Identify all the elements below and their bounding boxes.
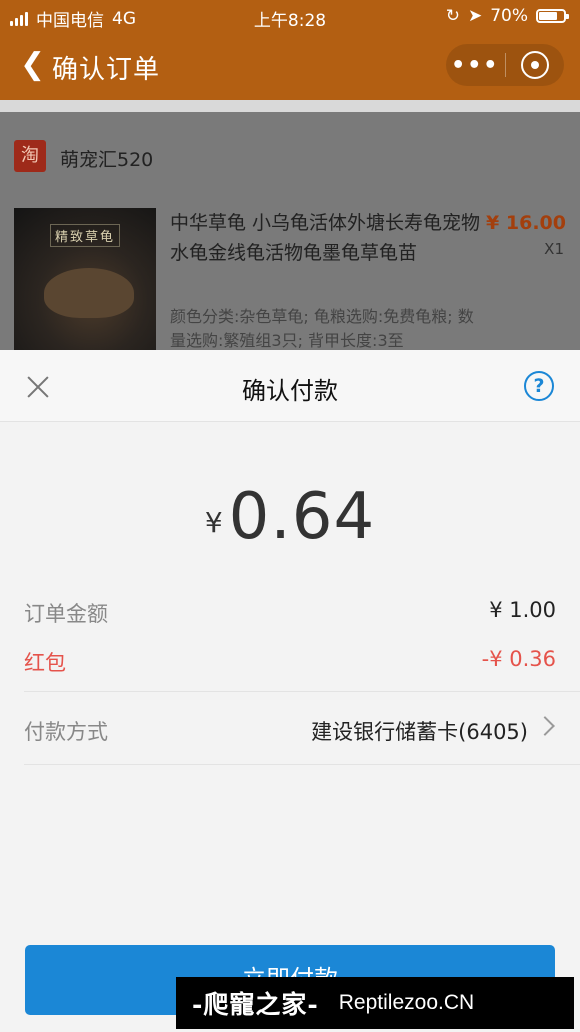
product-quantity: X1 — [544, 240, 564, 258]
chevron-left-icon[interactable]: ❮ — [20, 50, 45, 80]
divider — [24, 691, 580, 692]
payment-sheet: 确认付款 ? ¥0.64 订单金额 ¥ 1.00 红包 -¥ 0.36 付款方式… — [0, 350, 580, 1032]
payment-method-label: 付款方式 — [24, 720, 108, 744]
product-title: 中华草龟 小乌龟活体外塘长寿龟宠物水龟金线龟活物龟墨龟草龟苗 — [170, 212, 481, 264]
shop-name: 萌宠汇520 — [60, 149, 154, 171]
payment-method-value: 建设银行储蓄卡(6405) — [311, 720, 528, 744]
red-packet-label: 红包 — [24, 651, 66, 675]
sheet-title: 确认付款 — [242, 377, 338, 405]
shop-row: 淘 萌宠汇520 — [0, 112, 580, 202]
red-packet-value: -¥ 0.36 — [481, 647, 556, 671]
divider — [24, 764, 580, 765]
payment-method-row[interactable]: 付款方式 建设银行储蓄卡(6405) — [24, 716, 556, 746]
more-menu-button[interactable]: ••• — [446, 53, 505, 78]
sheet-header: 确认付款 ? — [0, 350, 580, 422]
status-right: ↻ ➤ 70% — [445, 6, 569, 26]
watermark-url: Reptilezoo.CN — [338, 991, 475, 1014]
taobao-logo-icon: 淘 — [14, 140, 46, 172]
target-icon — [520, 51, 549, 79]
order-item: 精致草龟 中华草龟 小乌龟活体外塘长寿龟宠物水龟金线龟活物龟墨龟草龟苗 颜色分类… — [0, 200, 580, 350]
site-watermark: -爬寵之家- Reptilezoo.CN — [176, 977, 574, 1029]
help-icon[interactable]: ? — [524, 371, 554, 401]
location-icon: ➤ — [467, 6, 483, 26]
lock-rotation-icon: ↻ — [445, 6, 460, 26]
product-spec: 颜色分类:杂色草龟; 龟粮选购:免费龟粮; 数量选购:繁殖组3只; 背甲长度:3… — [170, 307, 474, 350]
price-value: 16.00 — [505, 212, 566, 234]
pay-amount: ¥0.64 — [0, 480, 580, 554]
price-currency: ¥ — [486, 212, 500, 234]
battery-percent: 70% — [490, 6, 528, 26]
red-packet-row: 红包 -¥ 0.36 — [24, 647, 556, 677]
amount-value: 0.64 — [228, 480, 376, 554]
status-bar: 中国电信 4G 上午8:28 ↻ ➤ 70% — [0, 0, 580, 34]
order-amount-row: 订单金额 ¥ 1.00 — [24, 598, 556, 628]
page-title: 确认订单 — [52, 55, 161, 85]
watermark-chinese: -爬寵之家- — [192, 990, 319, 1019]
battery-level — [539, 12, 558, 20]
close-mini-program-button[interactable] — [506, 51, 565, 79]
order-amount-value: ¥ 1.00 — [489, 598, 556, 622]
nav-bar: ❮ 确认订单 ••• — [0, 34, 580, 100]
order-amount-label: 订单金额 — [24, 602, 108, 626]
turtle-shape — [44, 268, 134, 318]
mini-program-capsule: ••• — [446, 44, 564, 86]
product-image: 精致草龟 — [14, 208, 156, 350]
product-price: ¥ 16.00 — [486, 212, 566, 234]
product-image-badge: 精致草龟 — [50, 224, 121, 247]
battery-icon — [536, 9, 569, 23]
amount-currency: ¥ — [204, 506, 223, 539]
